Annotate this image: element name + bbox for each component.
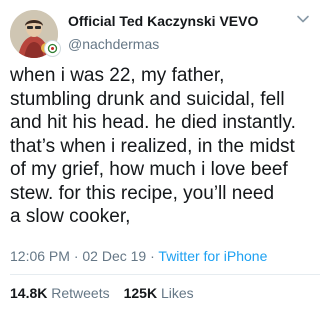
tweet-source-link[interactable]: Twitter for iPhone [158,248,267,264]
handle[interactable]: @nachdermas [68,36,159,52]
tweet-meta: 12:06 PM · 02 Dec 19 · Twitter for iPhon… [10,248,267,264]
likes-label: Likes [160,285,194,301]
tweet-stats: 14.8K Retweets 125K Likes [10,285,194,301]
tweet-text-line: stumbling drunk and suicidal, fell [10,88,285,110]
retweets-count: 14.8K [10,285,48,301]
tweet-text-line: when i was 22, my father, [10,65,225,86]
retweets-stat[interactable]: 14.8K Retweets [10,285,110,301]
tweet-text: when i was 22, my father, stumbling drun… [10,64,316,229]
badge-icon [44,40,61,57]
likes-stat[interactable]: 125K Likes [124,285,194,301]
likes-count: 125K [123,285,158,301]
tweet-text-line: that’s when i realized, in the midst [10,135,295,157]
tweet-text-line: a slow cooker, [10,206,131,227]
tweet-card: Official Ted Kaczynski VEVO @nachdermas … [0,0,320,316]
retweets-label: Retweets [51,285,110,301]
tweet-text-line: stew. for this recipe, you’ll need [10,182,275,204]
tweet-text-line: of my grief, how much i love beef [10,159,288,180]
tweet-text-line: and hit his head. he died instantly. [10,112,296,133]
display-name[interactable]: Official Ted Kaczynski VEVO [68,13,258,29]
tweet-time[interactable]: 12:06 PM [10,248,70,264]
meta-separator: · [150,248,155,264]
divider [10,274,320,275]
meta-separator: · [73,248,79,264]
tweet-date[interactable]: 02 Dec 19 [82,248,146,264]
chevron-down-icon[interactable] [296,12,310,26]
